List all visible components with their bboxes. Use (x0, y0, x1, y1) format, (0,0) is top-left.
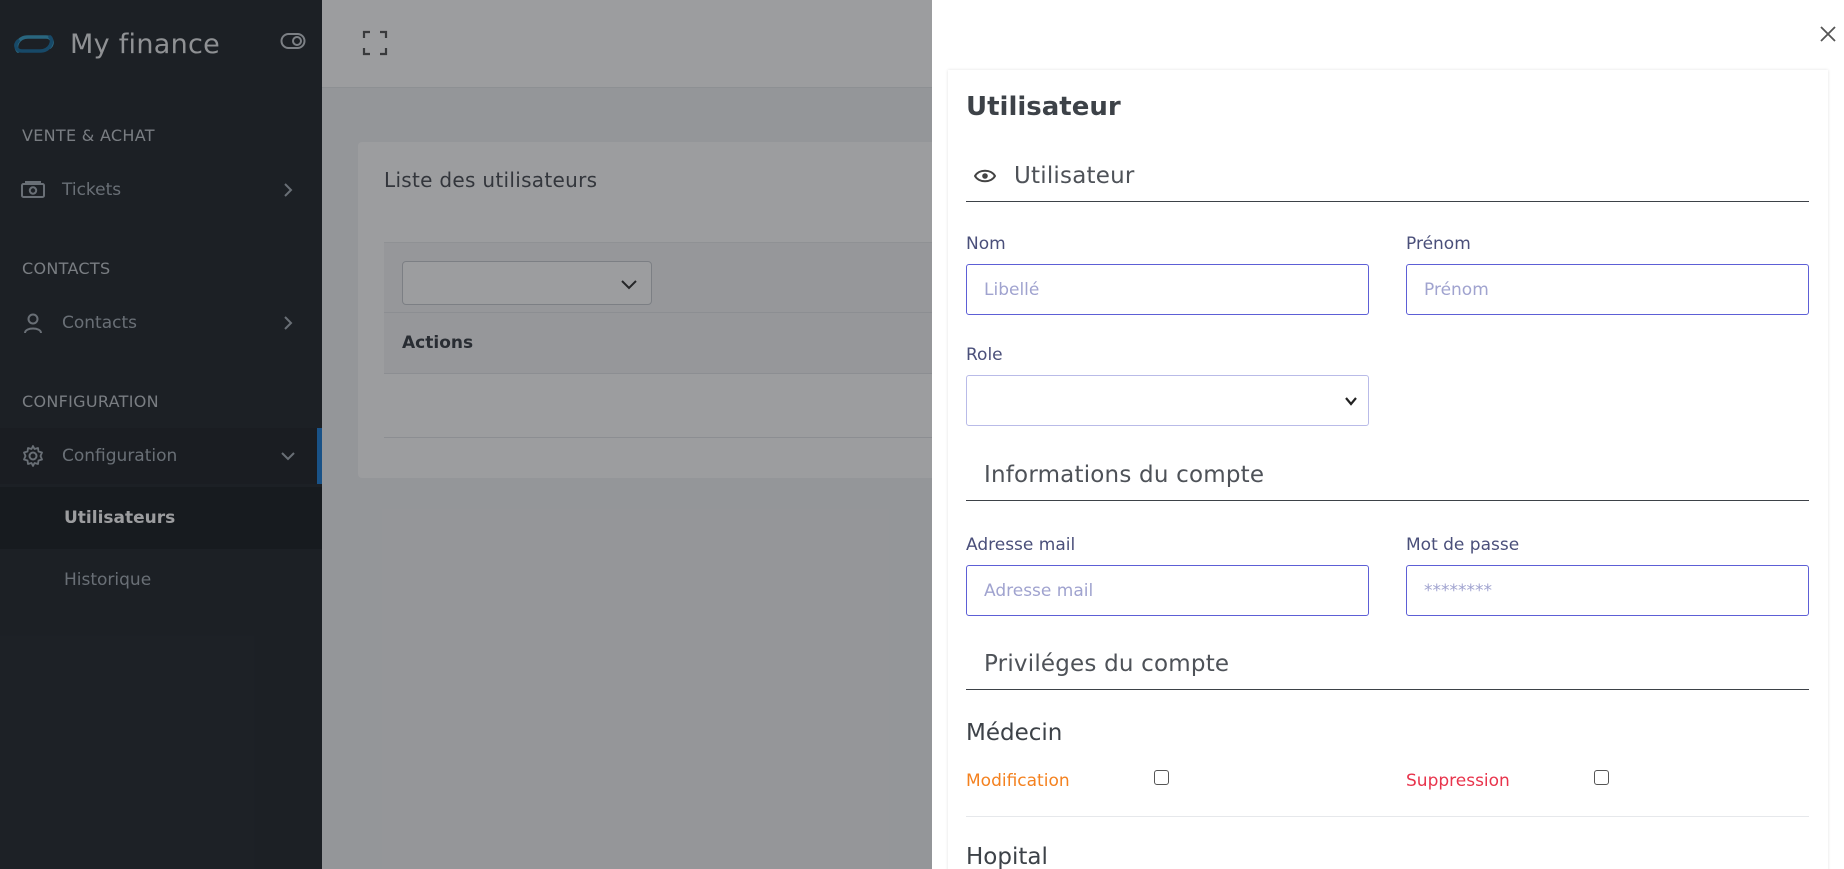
section-title: Informations du compte (984, 461, 1265, 488)
section-user: Utilisateur (966, 150, 1809, 202)
close-icon[interactable] (1818, 24, 1838, 44)
modification-label: Modification (966, 771, 1070, 791)
email-label: Adresse mail (966, 535, 1076, 555)
role-select[interactable] (966, 375, 1369, 426)
eye-icon (974, 169, 996, 182)
password-input[interactable] (1406, 565, 1809, 616)
section-account-info: Informations du compte (966, 449, 1809, 501)
chevron-down-icon (1345, 397, 1357, 406)
section-title: Utilisateur (1014, 162, 1135, 189)
prenom-input[interactable] (1406, 264, 1809, 315)
privilege-group-hopital: Hopital (966, 844, 1048, 869)
section-privileges: Priviléges du compte (966, 638, 1809, 690)
password-label: Mot de passe (1406, 535, 1520, 555)
modal-backdrop[interactable] (0, 0, 932, 869)
form-title: Utilisateur (966, 92, 1121, 122)
user-form-panel: Utilisateur Utilisateur Nom Prénom Role … (948, 70, 1828, 869)
medecin-modification-checkbox[interactable] (1154, 770, 1169, 785)
medecin-suppression-checkbox[interactable] (1594, 770, 1609, 785)
privilege-group-medecin: Médecin (966, 720, 1063, 746)
prenom-label: Prénom (1406, 234, 1471, 254)
email-input[interactable] (966, 565, 1369, 616)
role-label: Role (966, 345, 1003, 365)
nom-input[interactable] (966, 264, 1369, 315)
divider (966, 816, 1809, 817)
suppression-label: Suppression (1406, 771, 1510, 791)
user-drawer: Utilisateur Utilisateur Nom Prénom Role … (932, 0, 1844, 869)
section-title: Priviléges du compte (984, 650, 1230, 677)
nom-label: Nom (966, 234, 1006, 254)
